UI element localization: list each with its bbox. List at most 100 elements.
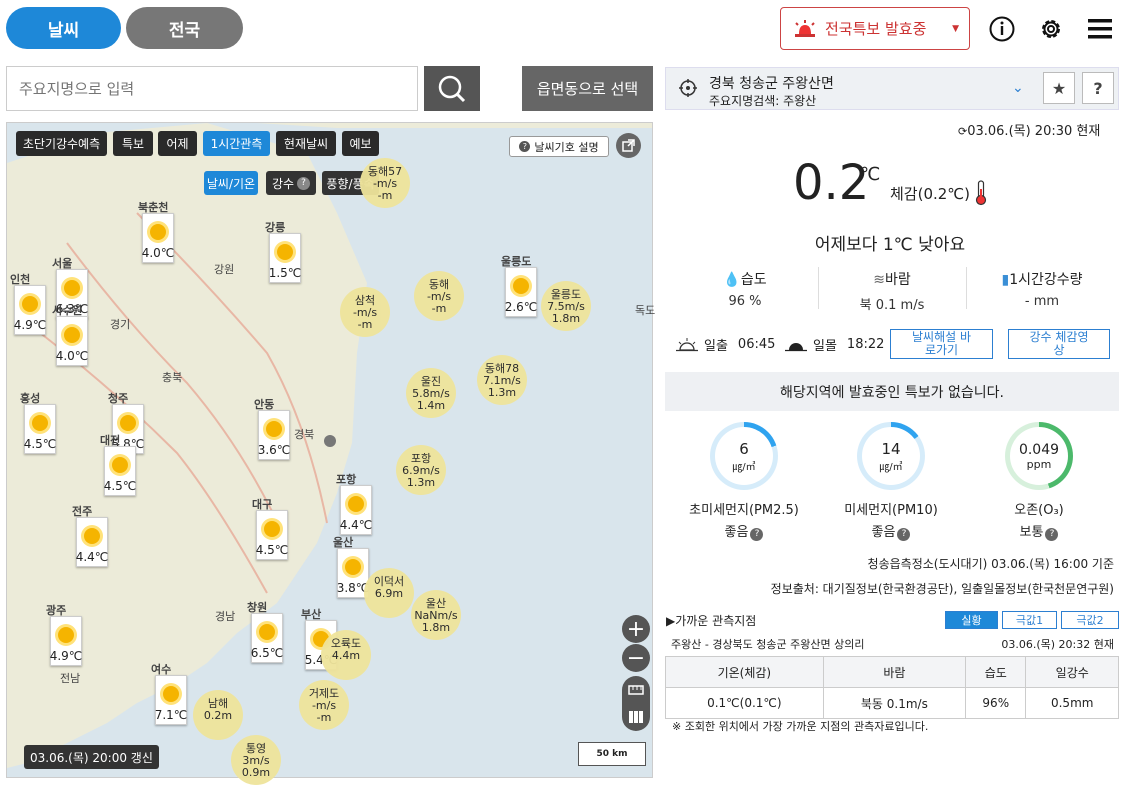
- sea-buoy-marker[interactable]: 동해 -m/s -m: [414, 271, 464, 321]
- chevron-down-icon[interactable]: ⌄: [1012, 80, 1024, 96]
- sea-buoy-marker[interactable]: 남해 0.2m: [193, 690, 243, 740]
- station-marker[interactable]: 1.5℃: [269, 233, 301, 283]
- sun-icon: [120, 415, 136, 431]
- ozone-grade: 보통?: [964, 521, 1114, 541]
- station-marker[interactable]: 4.4℃: [340, 485, 372, 535]
- data-source: 정보출처: 대기질정보(한국환경공단), 일출일몰정보(한국천문연구원): [770, 582, 1114, 596]
- sea-buoy-marker[interactable]: 울릉도 7.5m/s 1.8m: [541, 281, 591, 331]
- map-tab-forecast[interactable]: 예보: [342, 131, 379, 156]
- subtab-weather-temp[interactable]: 날씨/기온: [204, 171, 258, 195]
- search-input[interactable]: [6, 66, 418, 111]
- sea-buoy-marker[interactable]: 통영 3m/s 0.9m: [231, 735, 281, 785]
- buoy-wave: -m: [377, 189, 393, 202]
- tab-weather[interactable]: 날씨: [6, 7, 121, 49]
- station-marker[interactable]: 3.6℃: [258, 410, 290, 460]
- station-marker[interactable]: 4.4℃: [76, 517, 108, 567]
- station-marker[interactable]: 4.5℃: [104, 446, 136, 496]
- weather-commentary-button[interactable]: 날씨해설 바로가기: [890, 329, 993, 359]
- buoy-wave: 1.3m: [487, 386, 517, 399]
- table-cell: 96%: [965, 687, 1027, 719]
- station-temp: 2.6℃: [504, 300, 538, 314]
- compare-yesterday: 어제보다 1℃ 낮아요: [814, 235, 966, 255]
- sun-icon: [32, 415, 48, 431]
- ozone-gauge: 0.049 ppm: [1005, 422, 1073, 490]
- station-marker[interactable]: 4.5℃: [24, 404, 56, 454]
- sun-icon: [277, 244, 293, 260]
- map-tab-alert[interactable]: 특보: [113, 131, 153, 156]
- sun-icon: [264, 521, 280, 537]
- nearby-tab-extreme1[interactable]: 극값1: [1002, 611, 1057, 629]
- map-tab-nowcast[interactable]: 초단기강수예측: [16, 131, 107, 156]
- help-icon[interactable]: ?: [897, 527, 911, 541]
- station-marker[interactable]: 2.6℃: [505, 267, 537, 317]
- map-scale-bar: 50 km: [578, 742, 646, 766]
- map-tab-hourly-obs[interactable]: 1시간관측: [203, 131, 270, 156]
- buoy-wave: -m: [316, 711, 332, 724]
- pm25-value: 6: [739, 439, 749, 458]
- caret-down-icon: ▼: [952, 23, 959, 34]
- sea-buoy-marker[interactable]: 이덕서 6.9m: [364, 568, 414, 618]
- search-button[interactable]: [424, 66, 480, 111]
- help-icon: ?: [297, 176, 311, 190]
- current-time: ⟳03.06.(목) 20:30 현재: [958, 124, 1101, 139]
- sea-buoy-marker[interactable]: 거제도 -m/s -m: [299, 680, 349, 730]
- map-place-label: 전남: [60, 672, 81, 685]
- ozone-unit: ppm: [1026, 457, 1052, 471]
- map-place-label: 경남: [215, 610, 236, 623]
- layers-icon[interactable]: [622, 703, 650, 731]
- rain-label: ▮1시간강수량: [1001, 272, 1083, 288]
- zoom-in-button[interactable]: +: [622, 615, 650, 643]
- nearby-tab-live[interactable]: 실황: [945, 611, 998, 629]
- map-tab-current[interactable]: 현재날씨: [276, 131, 336, 156]
- weather-symbol-legend-button[interactable]: ? 날씨기호 설명: [509, 136, 609, 157]
- zoom-out-button[interactable]: −: [622, 644, 650, 672]
- station-marker[interactable]: 4.9℃: [50, 616, 82, 666]
- map-tab-yesterday[interactable]: 어제: [158, 131, 197, 156]
- ozone-name: 오존(O₃): [1014, 503, 1064, 518]
- rain-video-button[interactable]: 강수 체감영상: [1008, 329, 1110, 359]
- table-cell: 0.5mm: [1025, 687, 1119, 719]
- sea-buoy-marker[interactable]: 동해57 -m/s -m: [360, 158, 410, 208]
- external-link-icon[interactable]: [616, 133, 641, 158]
- sea-buoy-marker[interactable]: 삼척 -m/s -m: [340, 287, 390, 337]
- rain-value: - mm: [1024, 294, 1060, 309]
- table-header: 습도: [965, 656, 1027, 688]
- favorite-star-button[interactable]: ★: [1043, 72, 1075, 104]
- ruler-icon[interactable]: [622, 676, 650, 704]
- wind-label: ≋바람: [873, 272, 911, 288]
- nearby-observation-table: 기온(체감) 바람 습도 일강수 0.1℃(0.1℃) 북동 0.1m/s 96…: [665, 656, 1119, 719]
- station-marker[interactable]: 4.5℃: [256, 510, 288, 560]
- emd-select-button[interactable]: 읍면동으로 선택: [522, 66, 653, 111]
- sea-buoy-marker[interactable]: 울산 NaNm/s 1.8m: [411, 590, 461, 640]
- subtab-rain[interactable]: 강수?: [266, 171, 316, 195]
- sea-buoy-marker[interactable]: 포항 6.9m/s 1.3m: [396, 445, 446, 495]
- sea-buoy-marker[interactable]: 동해78 7.1m/s 1.3m: [477, 355, 527, 405]
- nationwide-alert-dropdown[interactable]: 전국특보 발효중 ▼: [780, 7, 970, 50]
- help-icon[interactable]: ?: [1045, 527, 1059, 541]
- station-marker[interactable]: 4.0℃: [56, 316, 88, 366]
- location-sub: 주요지명검색: 주왕산: [709, 94, 817, 108]
- nearby-tab-extreme2[interactable]: 극값2: [1061, 611, 1119, 629]
- temp-unit: ℃: [860, 164, 881, 185]
- sea-buoy-marker[interactable]: 오륙도 4.4m: [321, 630, 371, 680]
- help-icon[interactable]: ?: [750, 527, 764, 541]
- tab-nation[interactable]: 전국: [126, 7, 243, 49]
- map-place-label: 경기: [110, 318, 131, 331]
- sun-icon: [163, 686, 179, 702]
- thermometer-icon: [974, 180, 988, 210]
- sun-icon: [22, 296, 38, 312]
- humidity-label: 💧습도: [723, 272, 767, 288]
- sea-buoy-marker[interactable]: 울진 5.8m/s 1.4m: [406, 368, 456, 418]
- pm25-name: 초미세먼지(PM2.5): [689, 503, 799, 518]
- sun-icon: [345, 559, 361, 575]
- station-marker[interactable]: 7.1℃: [155, 675, 187, 725]
- station-marker[interactable]: 6.5℃: [251, 613, 283, 663]
- settings-gear-icon[interactable]: [1037, 15, 1065, 43]
- menu-hamburger-icon[interactable]: [1086, 15, 1114, 43]
- station-marker[interactable]: 4.0℃: [142, 213, 174, 263]
- station-marker[interactable]: 4.9℃: [14, 285, 46, 335]
- info-icon[interactable]: [988, 15, 1016, 43]
- help-button[interactable]: ?: [1082, 72, 1114, 104]
- station-temp: 6.5℃: [250, 646, 284, 660]
- divider: [966, 267, 967, 309]
